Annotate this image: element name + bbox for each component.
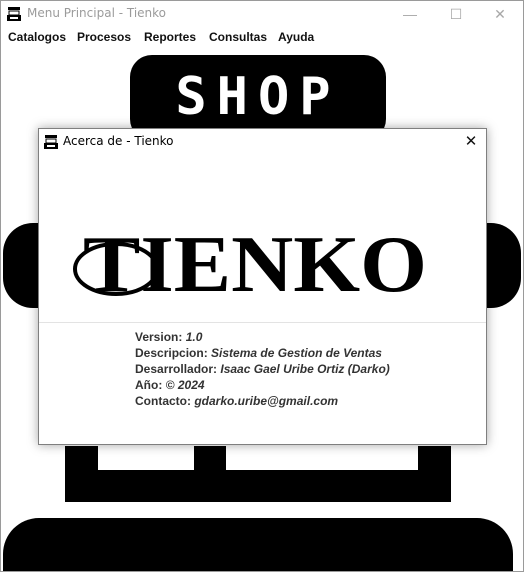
info-contacto: Contacto: gdarko.uribe@gmail.com <box>135 394 339 408</box>
menu-ayuda[interactable]: Ayuda <box>278 30 314 44</box>
storefront-window-left <box>98 446 194 470</box>
info-descripcion: Descripcion: Sistema de Gestion de Venta… <box>135 346 382 360</box>
dialog-close-button[interactable]: ✕ <box>459 131 483 151</box>
storefront-window-right <box>226 446 418 470</box>
menu-consultas[interactable]: Consultas <box>209 30 267 44</box>
tienko-logo: TIENKO <box>39 153 486 321</box>
close-button[interactable]: ✕ <box>477 1 523 27</box>
window-title: Menu Principal - Tienko <box>27 6 167 20</box>
maximize-button[interactable]: ☐ <box>433 1 479 27</box>
info-desarrollador: Desarrollador: Isaac Gael Uribe Ortiz (D… <box>135 362 390 376</box>
info-version: Version: 1.0 <box>135 330 203 344</box>
logo-text: TIENKO <box>83 221 427 305</box>
close-icon: ✕ <box>464 133 478 150</box>
dialog-titlebar[interactable]: Acerca de - Tienko ✕ <box>39 129 486 153</box>
minimize-button[interactable]: — <box>387 1 433 27</box>
about-info: Version: 1.0 Descripcion: Sistema de Ges… <box>135 329 390 409</box>
tienko-logo-graphic: TIENKO <box>73 221 427 305</box>
cash-register-icon <box>44 135 58 149</box>
dialog-title: Acerca de - Tienko <box>63 134 174 148</box>
menu-reportes[interactable]: Reportes <box>144 30 196 44</box>
close-icon: ✕ <box>494 5 506 22</box>
info-ano: Año: © 2024 <box>135 378 205 392</box>
shop-counter <box>3 518 513 571</box>
menu-catalogos[interactable]: Catalogos <box>8 30 66 44</box>
minimize-icon: — <box>403 6 417 22</box>
about-dialog: Acerca de - Tienko ✕ TIENKO Version: 1.0… <box>38 128 487 445</box>
shop-sign-text: SHOP <box>175 67 341 127</box>
cash-register-icon <box>7 7 21 21</box>
dialog-separator <box>39 322 486 323</box>
menu-bar: Catalogos Procesos Reportes Consultas Ay… <box>1 27 523 49</box>
window-titlebar[interactable]: Menu Principal - Tienko — ☐ ✕ <box>1 1 523 27</box>
menu-procesos[interactable]: Procesos <box>77 30 131 44</box>
maximize-icon: ☐ <box>449 5 463 22</box>
